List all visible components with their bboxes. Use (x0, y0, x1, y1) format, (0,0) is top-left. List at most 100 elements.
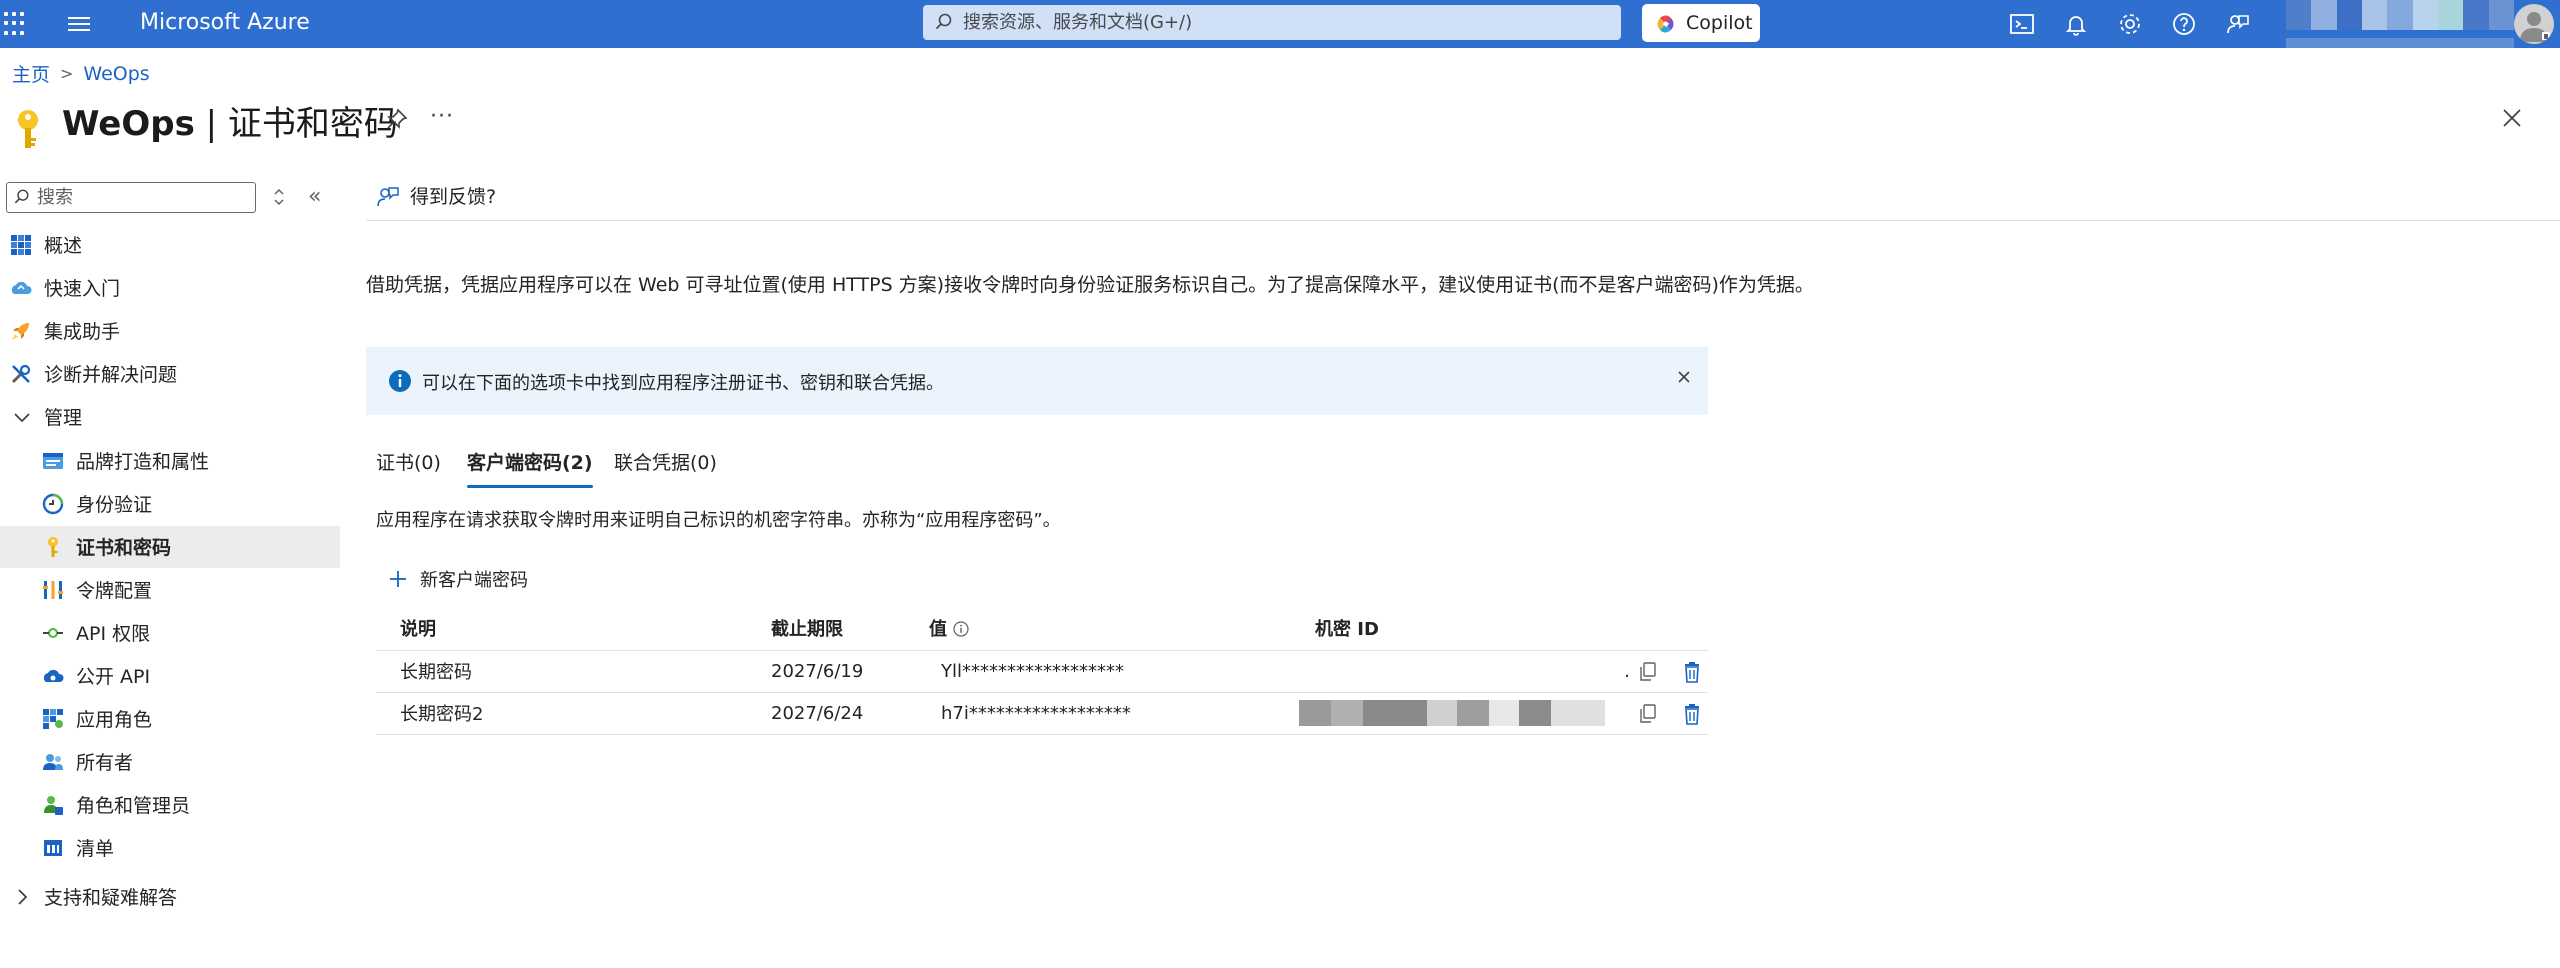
page-title-app: WeOps (62, 104, 195, 144)
breadcrumb-home-link[interactable]: 主页 (12, 60, 50, 87)
wrench-icon (11, 364, 31, 384)
search-placeholder: 搜索资源、服务和文档(G+/) (963, 12, 1193, 33)
column-header-secret-id: 机密 ID (1291, 606, 1708, 651)
copilot-icon (1657, 15, 1674, 33)
page-title-separator: | (194, 104, 228, 144)
sidebar-item-app-roles[interactable]: 应用角色 (0, 698, 340, 740)
user-avatar[interactable] (2514, 4, 2554, 44)
feedback-button[interactable]: 得到反馈? (376, 182, 496, 209)
settings-gear-icon[interactable] (2116, 10, 2144, 38)
tab-certificates[interactable]: 证书(0) (376, 448, 441, 488)
credentials-description: 借助凭据，凭据应用程序可以在 Web 可寻址位置(使用 HTTPS 方案)接收令… (366, 274, 1814, 296)
sidebar-item-expose-api[interactable]: 公开 API (0, 655, 340, 697)
search-icon (935, 13, 952, 30)
app-launcher-icon[interactable] (4, 12, 28, 36)
client-secrets-table: 说明 截止期限 值 机密 ID 长期密码 2027/6/19 Yll******… (376, 606, 1708, 735)
row-actions (1638, 661, 1702, 683)
branding-icon (43, 453, 63, 469)
global-search-input[interactable]: 搜索资源、服务和文档(G+/) (923, 5, 1621, 40)
sidebar-item-quickstart[interactable]: 快速入门 (0, 267, 340, 309)
client-secrets-description: 应用程序在请求获取令牌时用来证明自己标识的机密字符串。亦称为“应用程序密码”。 (376, 510, 1061, 531)
tab-client-secrets[interactable]: 客户端密码(2) (467, 448, 593, 488)
secret-description: 长期密码2 (376, 692, 747, 735)
redacted-mosaic (1299, 700, 1605, 726)
token-bars-icon (43, 581, 63, 599)
chevron-right-icon: > (60, 64, 74, 83)
feedback-label: 得到反馈? (410, 186, 497, 208)
secret-value: h7i****************** (905, 692, 1291, 735)
key-icon (48, 537, 58, 557)
sort-icon[interactable] (272, 186, 286, 208)
cloud-quickstart-icon (11, 281, 32, 294)
account-info-redacted[interactable] (2286, 0, 2514, 48)
breadcrumb-weops-link[interactable]: WeOps (83, 63, 149, 85)
sidebar-item-diagnose[interactable]: 诊断并解决问题 (0, 353, 340, 395)
notifications-bell-icon[interactable] (2062, 10, 2090, 38)
dismiss-icon[interactable] (1676, 369, 1692, 385)
column-header-value: 值 (905, 606, 1291, 651)
delete-icon[interactable] (1682, 661, 1702, 683)
portal-menu-icon[interactable] (68, 15, 90, 33)
info-banner-text: 可以在下面的选项卡中找到应用程序注册证书、密钥和联合凭据。 (422, 373, 944, 394)
new-client-secret-label: 新客户端密码 (420, 570, 528, 591)
sidebar-item-authentication[interactable]: 身份验证 (0, 483, 340, 525)
secret-value: Yll****************** (905, 650, 1291, 693)
sidebar-item-overview[interactable]: 概述 (0, 224, 340, 266)
sidebar-item-branding[interactable]: 品牌打造和属性 (0, 440, 340, 482)
brand-name[interactable]: Microsoft Azure (140, 8, 310, 38)
page-title: WeOps | 证书和密码 (62, 96, 398, 145)
search-icon (14, 189, 29, 204)
feedback-person-icon (377, 186, 399, 206)
roles-admins-icon (44, 796, 63, 815)
column-header-expires: 截止期限 (747, 606, 905, 651)
copy-icon[interactable] (1638, 661, 1658, 683)
column-header-description: 说明 (376, 606, 747, 651)
sidebar-group-support[interactable]: 支持和疑难解答 (0, 876, 340, 918)
new-client-secret-button[interactable]: 新客户端密码 (388, 566, 528, 592)
rocket-icon (12, 323, 29, 340)
table-header-row: 说明 截止期限 值 机密 ID (376, 606, 1708, 651)
help-icon[interactable] (2170, 10, 2198, 38)
copilot-button[interactable]: Copilot (1642, 4, 1760, 42)
cloud-shell-icon[interactable] (2008, 10, 2036, 38)
more-options-button[interactable]: ··· (430, 104, 454, 129)
chevron-right-icon (18, 889, 28, 905)
sidebar-item-integration-assistant[interactable]: 集成助手 (0, 310, 340, 352)
api-permission-icon (43, 627, 63, 639)
sidebar-search-input[interactable]: 搜索 (6, 182, 256, 213)
close-icon[interactable] (2500, 106, 2524, 130)
secret-expires: 2027/6/24 (747, 692, 905, 735)
copilot-label: Copilot (1686, 12, 1753, 34)
delete-icon[interactable] (1682, 703, 1702, 725)
sidebar-group-manage[interactable]: 管理 (0, 396, 340, 438)
table-row: 长期密码2 2027/6/24 h7i****************** (376, 692, 1708, 735)
top-bar: Microsoft Azure 搜索资源、服务和文档(G+/) Copilot (0, 0, 2560, 48)
plus-icon (390, 571, 406, 587)
value-info-icon[interactable] (953, 621, 969, 637)
app-roles-icon (43, 709, 63, 729)
cloud-api-icon (43, 669, 64, 682)
copy-icon[interactable] (1638, 703, 1658, 725)
sidebar-item-owners[interactable]: 所有者 (0, 741, 340, 783)
collapse-sidebar-icon[interactable]: « (308, 184, 321, 209)
sidebar-item-api-permissions[interactable]: API 权限 (0, 612, 340, 654)
pin-icon[interactable] (386, 108, 408, 130)
owners-icon (43, 754, 63, 770)
overview-grid-icon (11, 235, 31, 255)
secret-expires: 2027/6/19 (747, 650, 905, 693)
manifest-icon (44, 840, 62, 856)
info-icon (389, 370, 411, 392)
sidebar-item-roles-admins[interactable]: 角色和管理员 (0, 784, 340, 826)
secret-description: 长期密码 (376, 650, 747, 693)
sidebar-item-manifest[interactable]: 清单 (0, 827, 340, 869)
table-row: 长期密码 2027/6/19 Yll****************** . (376, 650, 1708, 693)
sidebar-item-token-configuration[interactable]: 令牌配置 (0, 569, 340, 611)
toolbar-divider (366, 220, 2560, 221)
page-title-section: 证书和密码 (227, 104, 398, 144)
authentication-icon (42, 493, 64, 515)
info-banner: 可以在下面的选项卡中找到应用程序注册证书、密钥和联合凭据。 (366, 347, 1708, 415)
sidebar-item-certificates-secrets[interactable]: 证书和密码 (0, 526, 340, 568)
feedback-icon[interactable] (2224, 10, 2252, 38)
breadcrumb: 主页 > WeOps (12, 60, 150, 87)
tab-federated-credentials[interactable]: 联合凭据(0) (614, 448, 717, 488)
